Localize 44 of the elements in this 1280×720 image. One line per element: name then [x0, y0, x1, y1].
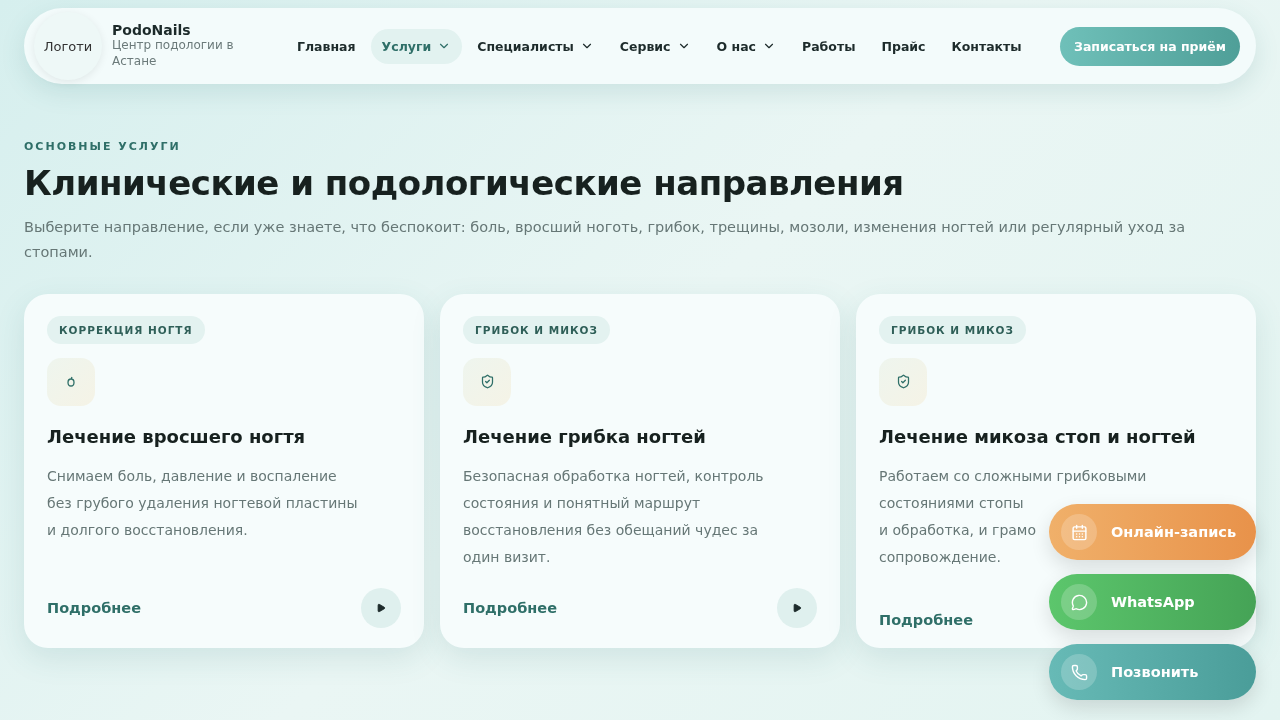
card-description: сопровождение.: [879, 547, 1001, 567]
arrow-button[interactable]: [361, 587, 401, 628]
category-tag: ГРИБОК И МИКОЗ: [463, 315, 610, 344]
nav-link[interactable]: Услуги: [370, 28, 463, 64]
card-description: Безопасная обработка ногтей, контроль: [463, 466, 764, 486]
nav-link[interactable]: Работы: [791, 28, 867, 64]
nav-link[interactable]: Сервис: [608, 28, 702, 64]
play-icon: [792, 602, 802, 613]
section-title: Клинические и подологические направления: [24, 163, 905, 203]
calendar-icon: [1070, 523, 1088, 541]
shield-icon: [895, 374, 911, 390]
card-description: состояниями стопы: [879, 493, 1024, 513]
card-title: Лечение грибка ногтей: [463, 425, 707, 447]
nav-link[interactable]: О нас: [705, 28, 787, 64]
card-description: восстановления без обещаний чудес за: [463, 520, 759, 540]
category-tag: КОРРЕКЦИЯ НОГТЯ: [47, 315, 205, 344]
category-tag: ГРИБОК И МИКОЗ: [879, 315, 1026, 344]
chat-icon: [1070, 593, 1088, 611]
logo-image: Логоти: [34, 12, 102, 80]
card-description: один визит.: [463, 547, 551, 567]
card-description: без грубого удаления ногтевой пластины: [47, 493, 358, 513]
brand-tagline: Центр подологии в Астане: [112, 38, 235, 70]
more-link[interactable]: Подробнее: [463, 599, 557, 616]
apple-icon: [65, 375, 77, 388]
card-description: Снимаем боль, давление и воспаление: [47, 466, 337, 486]
shield-icon: [479, 374, 495, 390]
play-icon: [376, 602, 386, 613]
phone-icon: [1070, 663, 1088, 681]
nav-link[interactable]: Контакты: [940, 28, 1033, 64]
more-link[interactable]: Подробнее: [879, 611, 973, 628]
more-link[interactable]: Подробнее: [47, 599, 141, 616]
nav-link[interactable]: Специалисты: [466, 28, 605, 64]
card-title: Лечение вросшего ногтя: [47, 425, 307, 447]
nav-link[interactable]: Главная: [286, 28, 367, 64]
nav-link[interactable]: Прайс: [870, 28, 937, 64]
section-lead: Выберите направление, если уже знаете, что беспокоит: боль, вросший ноготь, грибок, трещины, мозоли, изменения ногтей или регулярный уход за стопами.: [24, 218, 1187, 263]
card-description: и долгого восстановления.: [47, 520, 248, 540]
card-description: состояния и понятный маршрут: [463, 493, 701, 513]
arrow-button[interactable]: [777, 587, 817, 628]
brand-name: PodoNails: [112, 22, 192, 39]
section-eyebrow: ОСНОВНЫЕ УСЛУГИ: [24, 140, 182, 153]
card-title: Лечение микоза стоп и ногтей: [879, 425, 1197, 447]
card-description: и обработка, и грамо: [879, 520, 1036, 540]
card-description: Работаем со сложными грибковыми: [879, 466, 1147, 486]
